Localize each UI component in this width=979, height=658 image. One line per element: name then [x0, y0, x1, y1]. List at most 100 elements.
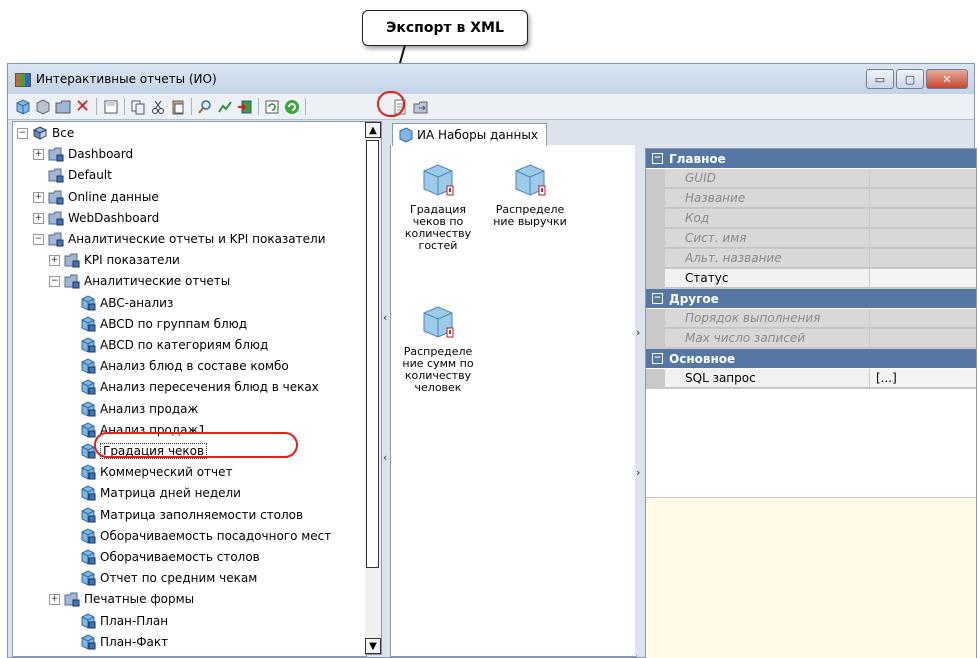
property-category[interactable]: − Главное [646, 149, 976, 168]
tree-item[interactable]: Анализ продаж [13, 399, 366, 420]
tree-item[interactable]: Оборачиваемость посадочного мест [13, 526, 366, 547]
property-category[interactable]: − Основное [646, 349, 976, 368]
paste-icon[interactable] [169, 98, 186, 115]
dataset-item[interactable]: Градация чеков по количеству гостей [398, 162, 478, 252]
app-icon [15, 73, 31, 87]
cube-icon[interactable] [14, 98, 31, 115]
expand-right-icon[interactable]: › [636, 326, 640, 339]
collapse-icon[interactable]: − [33, 234, 44, 245]
report-cube-icon [81, 549, 96, 565]
right-splitter[interactable]: › › [635, 121, 642, 655]
tree-item[interactable]: + Online данные [13, 187, 366, 208]
expand-icon[interactable]: + [33, 149, 44, 161]
tree-item-label: Все [52, 126, 75, 140]
dataset-item[interactable]: Распределе ние выручки [490, 162, 570, 228]
tree-item[interactable]: − Аналитические отчеты и KPI показатели [13, 229, 366, 250]
delete-icon[interactable]: ✕ [74, 96, 91, 117]
property-value[interactable] [870, 269, 976, 288]
property-row: Альт. название [646, 249, 976, 269]
collapse-icon[interactable]: − [652, 353, 663, 364]
cut-icon[interactable] [149, 98, 166, 115]
tree-item-label: Оборачиваемость посадочного мест [100, 528, 332, 543]
tree-item[interactable]: + Dashboard [13, 144, 366, 165]
report-cube-icon [81, 316, 96, 332]
dataset-label: Градация чеков по количеству гостей [404, 203, 472, 252]
chart-icon[interactable] [216, 98, 233, 115]
tree-item[interactable]: ABC-анализ [13, 293, 366, 314]
tree-item[interactable]: − Аналитические отчеты [13, 271, 366, 292]
tree-item[interactable]: ABCD по группам блюд [13, 314, 366, 335]
find-icon[interactable] [196, 98, 213, 115]
scroll-down-icon[interactable]: ▼ [365, 638, 381, 654]
expand-icon[interactable]: + [49, 594, 60, 606]
collapse-left-icon[interactable]: ‹ [383, 311, 387, 324]
folder-export-icon[interactable] [412, 98, 429, 115]
close-button[interactable]: ✕ [926, 69, 968, 89]
property-row[interactable]: Статус [646, 269, 976, 289]
scroll-up-icon[interactable]: ▲ [365, 122, 381, 138]
tree-item[interactable]: + KPI показатели [13, 250, 366, 271]
tree-item[interactable]: Default [13, 165, 366, 186]
collapse-icon[interactable]: − [652, 293, 663, 304]
collapse-icon[interactable]: − [49, 276, 60, 288]
refresh-icon[interactable] [263, 98, 280, 115]
tab-datasets[interactable]: ИА Наборы данных [392, 123, 547, 146]
property-help-area [646, 497, 976, 658]
folder-icon [48, 232, 64, 247]
property-name: Название [665, 189, 869, 208]
tree-item-label: ABCD по группам блюд [100, 316, 248, 331]
tree-item[interactable]: План-Факт [13, 632, 366, 653]
minimize-button[interactable]: ▭ [866, 69, 894, 89]
dataset-cube-icon [423, 306, 454, 338]
property-value [870, 189, 976, 208]
dataset-label: Распределе ние сумм по количеству челове… [402, 345, 474, 394]
tree-item[interactable]: Анализ блюд в составе комбо [13, 356, 366, 377]
maximize-button[interactable]: ▢ [896, 69, 924, 89]
property-category[interactable]: − Другое [646, 289, 976, 308]
tree-item[interactable]: Матрица дней недели [13, 483, 366, 504]
toolbar-separator [258, 98, 259, 115]
collapse-left-icon[interactable]: ‹ [383, 451, 387, 464]
tree-item[interactable]: Оборачиваемость столов [13, 547, 366, 568]
report-tree[interactable]: − Все + Dashboard Default + Online данные + WebD… [12, 121, 367, 657]
copy-icon[interactable] [129, 98, 146, 115]
toolbar-separator [96, 98, 97, 115]
dataset-item[interactable]: Распределе ние сумм по количеству челове… [398, 304, 478, 394]
tree-item[interactable]: + Печатные формы [13, 589, 366, 610]
save-icon[interactable] [102, 98, 119, 115]
property-row: GUID [646, 169, 976, 189]
folder-icon[interactable] [54, 98, 71, 115]
property-value[interactable]: [...] [870, 369, 976, 388]
cube-grey-icon[interactable] [34, 98, 51, 115]
expand-icon[interactable]: + [49, 255, 60, 267]
tree-item[interactable]: − Все [13, 123, 366, 144]
tree-item[interactable]: Матрица заполняемости столов [13, 505, 366, 526]
tree-item[interactable]: Отчет по средним чекам [13, 568, 366, 589]
report-cube-icon [81, 379, 96, 395]
tree-item[interactable]: + WebDashboard [13, 208, 366, 229]
collapse-icon[interactable]: − [652, 153, 663, 164]
tree-scrollbar[interactable]: ▲ ▼ [365, 121, 382, 655]
tree-item-label: Коммерческий отчет [100, 465, 233, 480]
tree-item[interactable]: Анализ пересечения блюд в чеках [13, 377, 366, 398]
collapse-icon[interactable]: − [17, 128, 28, 139]
left-splitter[interactable]: ‹ ‹ [382, 121, 389, 655]
tree-item[interactable]: План-План [13, 611, 366, 632]
tree-item[interactable]: ABCD по категориям блюд [13, 335, 366, 356]
tree-item-label: Dashboard [68, 147, 134, 162]
folder-icon [64, 253, 80, 268]
expand-icon[interactable]: + [33, 212, 44, 224]
expand-right-icon[interactable]: › [636, 466, 640, 479]
selected-report-highlight [94, 432, 298, 458]
property-row: Код [646, 209, 976, 229]
reload-icon[interactable] [283, 98, 300, 115]
import-icon[interactable] [236, 98, 253, 115]
root-icon [32, 126, 48, 140]
property-row[interactable]: SQL запрос [...] [646, 369, 976, 389]
tree-item-label: WebDashboard [68, 210, 160, 225]
scroll-thumb[interactable] [366, 140, 379, 568]
report-cube-icon [81, 613, 96, 629]
expand-icon[interactable]: + [33, 191, 44, 203]
main-window: Интерактивные отчеты (ИО) ▭ ▢ ✕ ✕ − Все + D… [7, 63, 977, 658]
tree-item[interactable]: Коммерческий отчет [13, 462, 366, 483]
